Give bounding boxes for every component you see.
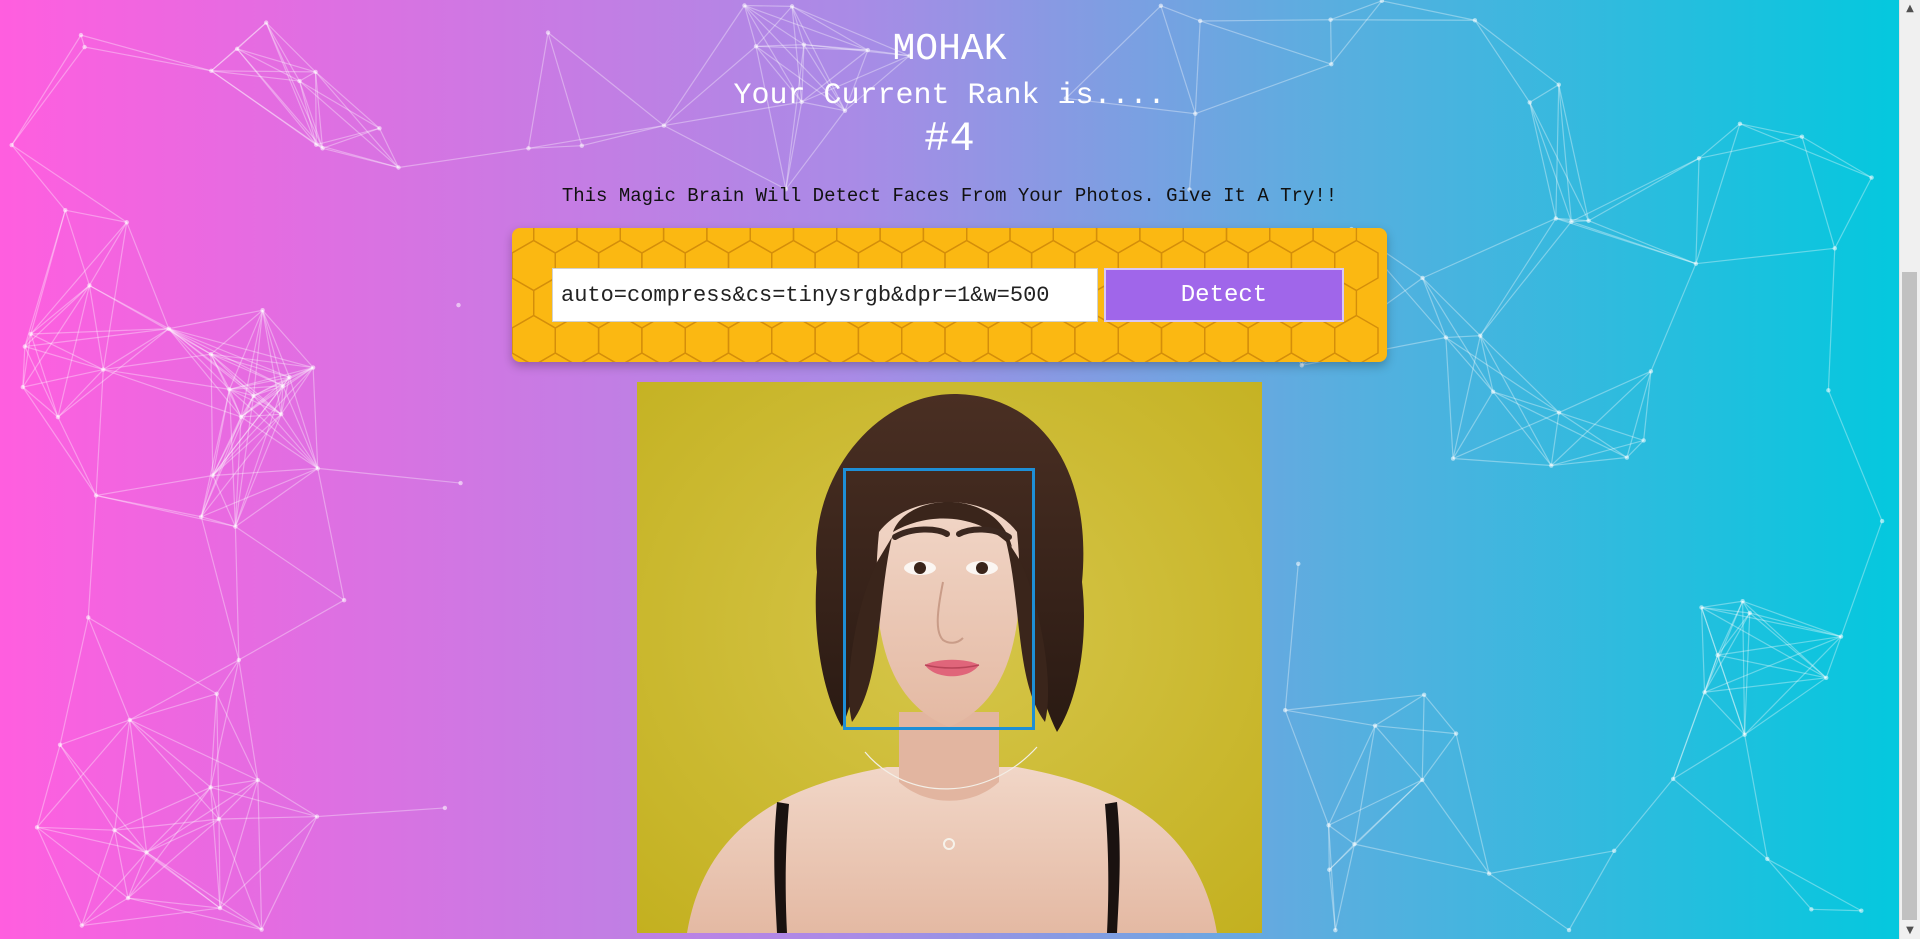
rank-label: Your Current Rank is.... [733,79,1166,113]
chevron-down-icon[interactable]: ▼ [1900,922,1920,939]
image-link-form: Detect [512,228,1387,362]
detect-button[interactable]: Detect [1104,268,1344,322]
image-url-input[interactable] [552,268,1098,322]
face-bounding-box [843,468,1035,730]
tagline: This Magic Brain Will Detect Faces From … [561,185,1338,207]
rank-value: #4 [924,115,975,163]
vertical-scrollbar[interactable]: ▲ ▼ [1899,0,1920,939]
face-photo [637,382,1262,933]
scrollbar-thumb[interactable] [1902,272,1917,920]
chevron-up-icon[interactable]: ▲ [1900,0,1920,17]
main-content: MOHAK Your Current Rank is.... #4 This M… [0,0,1899,939]
user-name: MOHAK [892,28,1007,71]
